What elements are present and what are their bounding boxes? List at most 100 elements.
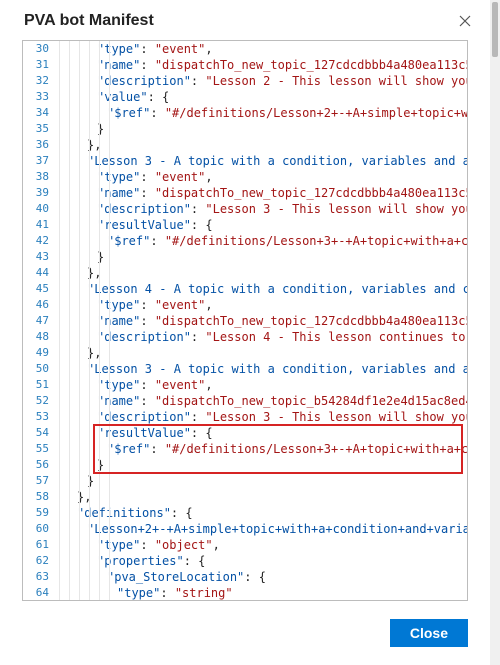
line-number: 51 (23, 377, 57, 393)
code-line[interactable]: 36}, (23, 137, 467, 153)
close-icon[interactable] (456, 12, 474, 30)
code-text: "type": "event", (97, 377, 467, 393)
line-number: 62 (23, 553, 57, 569)
line-number: 50 (23, 361, 57, 377)
code-line[interactable]: 51 "type": "event", (23, 377, 467, 393)
code-line[interactable]: 39"name": "dispatchTo_new_topic_127cdcdb… (23, 185, 467, 201)
code-line[interactable]: 30 "type": "event", (23, 41, 467, 57)
code-text: "properties": { (97, 553, 467, 569)
code-text: } (97, 121, 467, 137)
code-line[interactable]: 49}, (23, 345, 467, 361)
line-number: 60 (23, 521, 57, 537)
code-line[interactable]: 47"name": "dispatchTo_new_topic_127cdcdb… (23, 313, 467, 329)
code-line[interactable]: 46"type": "event", (23, 297, 467, 313)
line-number: 56 (23, 457, 57, 473)
line-number: 40 (23, 201, 57, 217)
dialog-header: PVA bot Manifest (0, 0, 490, 40)
code-line[interactable]: 48"description": "Lesson 4 - This lesson… (23, 329, 467, 345)
code-line[interactable]: 64"type": "string" (23, 585, 467, 601)
line-number: 42 (23, 233, 57, 249)
code-line[interactable]: 56} (23, 457, 467, 473)
code-line[interactable]: 40 "description": "Lesson 3 - This lesson… (23, 201, 467, 217)
line-number: 38 (23, 169, 57, 185)
code-text: }, (87, 137, 467, 153)
code-line[interactable]: 35} (23, 121, 467, 137)
code-text: "value": { (97, 89, 467, 105)
line-number: 49 (23, 345, 57, 361)
code-text: }, (77, 489, 467, 505)
code-line[interactable]: 60 "Lesson+2+-+A+simple+topic+with+a+cond… (23, 521, 467, 537)
code-text: "$ref": "#/definitions/Lesson+3+-+A+topi… (107, 233, 467, 249)
code-viewer[interactable]: 30"type": "event",31"name": "dispatchTo_… (22, 40, 468, 601)
code-line[interactable]: 63"pva_StoreLocation": { (23, 569, 467, 585)
line-number: 45 (23, 281, 57, 297)
line-number: 55 (23, 441, 57, 457)
line-number: 35 (23, 121, 57, 137)
dialog-footer: Close (0, 609, 490, 665)
code-text: "type": "event", (97, 169, 467, 185)
code-text: "Lesson 4 - A topic with a condition, va… (87, 281, 467, 297)
code-text: "name": "dispatchTo_new_topic_127cdcdbbb… (97, 185, 467, 201)
code-line[interactable]: 54 "resultValue": { (23, 425, 467, 441)
code-text: "$ref": "#/definitions/Lesson+2+-+A+simp… (107, 105, 467, 121)
code-line[interactable]: 52 "name": "dispatchTo_new_topic_b54284df… (23, 393, 467, 409)
code-line[interactable]: 55"$ref": "#/definitions/Lesson+3+-+A+to… (23, 441, 467, 457)
code-text: "name": "dispatchTo_new_topic_127cdcdbbb… (97, 57, 467, 73)
line-number: 54 (23, 425, 57, 441)
page-scrollbar[interactable] (490, 0, 500, 665)
scrollbar-thumb[interactable] (492, 2, 498, 57)
code-line[interactable]: 42 "$ref": "#/definitions/Lesson+3+-+A+to… (23, 233, 467, 249)
code-text: }, (87, 265, 467, 281)
code-line[interactable]: 34"$ref": "#/definitions/Lesson+2+-+A+si… (23, 105, 467, 121)
code-line[interactable]: 45 "Lesson 4 - A topic with a condition, … (23, 281, 467, 297)
code-text: "type": "event", (97, 41, 467, 57)
code-line[interactable]: 37"Lesson 3 - A topic with a condition, … (23, 153, 467, 169)
line-number: 30 (23, 41, 57, 57)
line-number: 33 (23, 89, 57, 105)
code-line[interactable]: 44}, (23, 265, 467, 281)
line-number: 53 (23, 409, 57, 425)
manifest-dialog: PVA bot Manifest 30"type": "event",31"na… (0, 0, 490, 665)
line-number: 64 (23, 585, 57, 601)
code-line[interactable]: 62 "properties": { (23, 553, 467, 569)
code-line[interactable]: 57} (23, 473, 467, 489)
code-line[interactable]: 31"name": "dispatchTo_new_topic_127cdcdb… (23, 57, 467, 73)
code-text: "resultValue": { (97, 217, 467, 233)
code-text: "definitions": { (77, 505, 467, 521)
code-text: "description": "Lesson 2 - This lesson w… (97, 73, 467, 89)
code-line[interactable]: 50"Lesson 3 - A topic with a condition, … (23, 361, 467, 377)
code-line[interactable]: 33 "value": { (23, 89, 467, 105)
code-line[interactable]: 41 "resultValue": { (23, 217, 467, 233)
code-line[interactable]: 38 "type": "event", (23, 169, 467, 185)
code-text: } (87, 473, 467, 489)
line-number: 52 (23, 393, 57, 409)
line-number: 58 (23, 489, 57, 505)
line-number: 37 (23, 153, 57, 169)
line-number: 43 (23, 249, 57, 265)
line-number: 47 (23, 313, 57, 329)
code-text: "name": "dispatchTo_new_topic_b54284df1e… (97, 393, 467, 409)
code-text: "description": "Lesson 4 - This lesson c… (97, 329, 467, 345)
code-text: "resultValue": { (97, 425, 467, 441)
line-number: 41 (23, 217, 57, 233)
line-number: 44 (23, 265, 57, 281)
line-number: 32 (23, 73, 57, 89)
code-text: "type": "object", (97, 537, 467, 553)
code-line[interactable]: 59"definitions": { (23, 505, 467, 521)
dialog-title: PVA bot Manifest (24, 12, 154, 30)
code-text: "Lesson+2+-+A+simple+topic+with+a+condit… (87, 521, 467, 537)
code-line[interactable]: 58}, (23, 489, 467, 505)
code-text: } (97, 249, 467, 265)
code-text: } (97, 457, 467, 473)
close-button[interactable]: Close (390, 619, 468, 647)
line-number: 46 (23, 297, 57, 313)
line-number: 63 (23, 569, 57, 585)
line-number: 61 (23, 537, 57, 553)
code-line[interactable]: 61 "type": "object", (23, 537, 467, 553)
code-text: "description": "Lesson 3 - This lesson w… (97, 409, 467, 425)
code-text: "description": "Lesson 3 - This lesson w… (97, 201, 467, 217)
code-text: }, (87, 345, 467, 361)
code-line[interactable]: 32 "description": "Lesson 2 - This lesson… (23, 73, 467, 89)
code-line[interactable]: 43} (23, 249, 467, 265)
code-line[interactable]: 53 "description": "Lesson 3 - This lesson… (23, 409, 467, 425)
